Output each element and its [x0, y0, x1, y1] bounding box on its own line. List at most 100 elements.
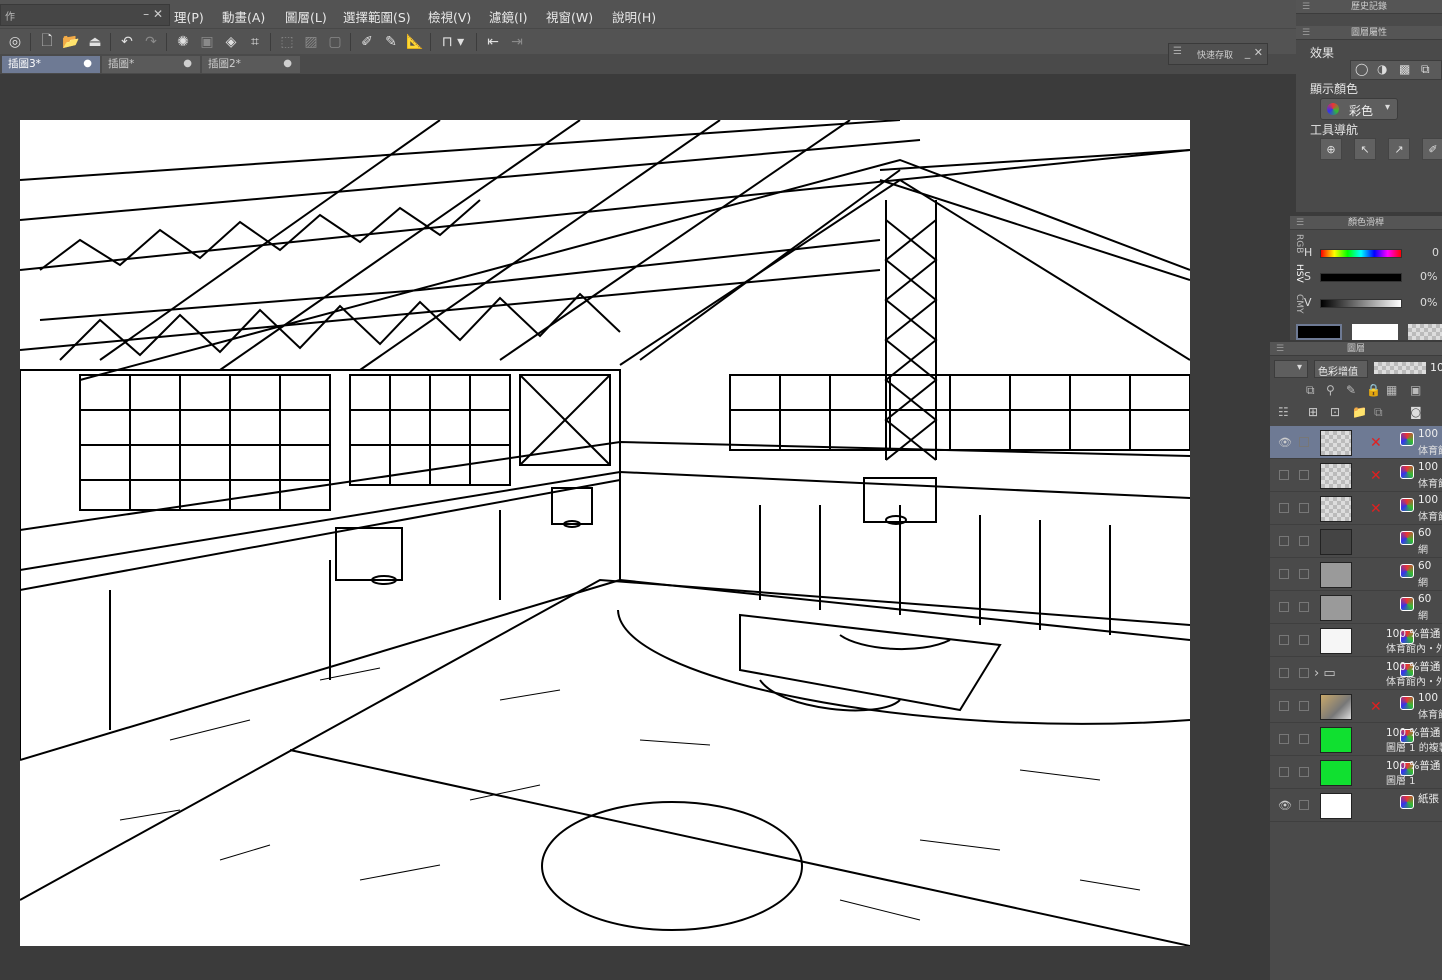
close-icon[interactable]: _ ✕: [1245, 46, 1263, 59]
layer-row[interactable]: › ▭ 100 %普通体育館內・外 v1.8 R2: [1270, 657, 1442, 690]
lock-icon[interactable]: 🔒: [1366, 383, 1381, 397]
layer-lock-toggle[interactable]: [1299, 437, 1309, 447]
loading-icon[interactable]: ✺: [172, 31, 194, 53]
layer-row[interactable]: ✕ 100 体育館: [1270, 459, 1442, 492]
mask-disabled-icon[interactable]: ✕: [1370, 699, 1382, 715]
correct-line-icon[interactable]: ↗: [1388, 138, 1410, 160]
mask-disabled-icon[interactable]: ✕: [1370, 435, 1382, 451]
layer-type-select[interactable]: ▾: [1274, 360, 1308, 378]
reference-icon[interactable]: ⚲: [1326, 383, 1335, 397]
eye-icon[interactable]: [1279, 569, 1289, 579]
save-icon[interactable]: ⏏: [84, 31, 106, 53]
layer-row[interactable]: 100 %普通 圖層 1: [1270, 756, 1442, 789]
layer-lock-toggle[interactable]: [1299, 668, 1309, 678]
invert-selection-icon[interactable]: ▨: [300, 31, 322, 53]
blend-mode-select[interactable]: 色彩增值: [1314, 360, 1368, 378]
tab-illustration-2[interactable]: 插圖2* ●: [202, 56, 300, 73]
tab-close-icon[interactable]: ●: [83, 56, 92, 72]
layer-panel-title[interactable]: ☰ 圖層: [1270, 342, 1442, 356]
mask-icon[interactable]: ▣: [1410, 383, 1421, 397]
import-icon[interactable]: ⇤: [482, 31, 504, 53]
layer-lock-toggle[interactable]: [1299, 536, 1309, 546]
clear-icon[interactable]: ▣: [196, 31, 218, 53]
eye-icon[interactable]: [1279, 602, 1289, 612]
layer-row[interactable]: 60 網: [1270, 591, 1442, 624]
layer-lock-toggle[interactable]: [1299, 767, 1309, 777]
layer-row[interactable]: 60 網: [1270, 525, 1442, 558]
tab-cmy[interactable]: CMY: [1294, 294, 1304, 314]
opacity-slider[interactable]: [1374, 362, 1426, 374]
eye-icon[interactable]: 👁: [1278, 436, 1292, 449]
move-layer-icon[interactable]: ↖: [1354, 138, 1376, 160]
undo-icon[interactable]: ↶: [116, 31, 138, 53]
new-folder-icon[interactable]: 📁: [1352, 405, 1367, 419]
redo-icon[interactable]: ↷: [140, 31, 162, 53]
layer-row[interactable]: ✕ 100 体育館: [1270, 492, 1442, 525]
tab-illustration-3[interactable]: 插圖3* ●: [2, 56, 100, 73]
hue-track[interactable]: [1320, 249, 1402, 258]
eye-icon[interactable]: [1279, 470, 1289, 480]
eye-icon[interactable]: [1279, 503, 1289, 513]
value-track[interactable]: [1320, 299, 1402, 308]
copy-layer-icon[interactable]: ⧉: [1374, 405, 1383, 420]
tab-rgb[interactable]: RGB: [1294, 234, 1304, 253]
brush-tool-icon[interactable]: ✎: [380, 31, 402, 53]
pen-icon[interactable]: ✐: [1422, 138, 1442, 160]
pen-tool-icon[interactable]: ✐: [356, 31, 378, 53]
eye-icon[interactable]: [1279, 668, 1289, 678]
transform-icon[interactable]: ⌗: [244, 31, 266, 53]
layer-lock-toggle[interactable]: [1299, 635, 1309, 645]
open-folder-icon[interactable]: 📂: [60, 31, 82, 53]
color-slider-title[interactable]: ☰ 顏色滑桿: [1290, 216, 1442, 230]
app-logo-icon[interactable]: ◎: [4, 31, 26, 53]
extract-line-icon[interactable]: ◑: [1377, 62, 1387, 76]
panel-menu-icon[interactable]: ☰: [1296, 216, 1304, 230]
tab-hsv[interactable]: HSV: [1294, 264, 1304, 283]
menu-item-help[interactable]: 說明(H): [612, 7, 656, 26]
new-raster-layer-icon[interactable]: ⊞: [1308, 405, 1318, 419]
display-color-select[interactable]: 彩色 ▾: [1320, 98, 1398, 120]
panel-menu-icon[interactable]: ☰: [1302, 0, 1310, 14]
menu-item-layer[interactable]: 圖層(L): [285, 7, 327, 26]
crop-icon[interactable]: ▢: [324, 31, 346, 53]
layer-row[interactable]: 👁 紙張: [1270, 789, 1442, 822]
layer-lock-toggle[interactable]: [1299, 503, 1309, 513]
layer-lock-toggle[interactable]: [1299, 800, 1309, 810]
symmetry-ruler-icon[interactable]: ⊓ ▾: [436, 31, 470, 53]
select-layer-icon[interactable]: ⊕: [1320, 138, 1342, 160]
tab-close-icon[interactable]: ●: [183, 56, 192, 72]
new-vector-layer-icon[interactable]: ⊡: [1330, 405, 1340, 419]
menu-item-view[interactable]: 檢視(V): [428, 7, 471, 26]
history-panel-title[interactable]: ☰ 歷史記錄: [1296, 0, 1442, 14]
eye-icon[interactable]: 👁: [1278, 799, 1292, 812]
drawing-canvas[interactable]: [20, 120, 1190, 946]
main-color-swatch[interactable]: [1296, 324, 1342, 340]
draft-icon[interactable]: ✎: [1346, 383, 1356, 397]
fill-icon[interactable]: ◈: [220, 31, 242, 53]
eye-icon[interactable]: [1279, 635, 1289, 645]
layer-lock-toggle[interactable]: [1299, 470, 1309, 480]
layer-row[interactable]: 60 網: [1270, 558, 1442, 591]
menu-item-filter[interactable]: 濾鏡(I): [489, 7, 527, 26]
menu-item-animation[interactable]: 動畫(A): [222, 7, 265, 26]
layer-lock-toggle[interactable]: [1299, 602, 1309, 612]
layer-row[interactable]: ✕ 100 体育館: [1270, 690, 1442, 723]
border-effect-icon[interactable]: ◯: [1355, 62, 1368, 76]
sub-color-swatch[interactable]: [1352, 324, 1398, 340]
hue-slider[interactable]: H 0: [1304, 246, 1439, 260]
layer-list-icon[interactable]: ☷: [1278, 405, 1289, 419]
layer-lock-toggle[interactable]: [1299, 734, 1309, 744]
layer-row[interactable]: 100 %普通 体育館內・外: [1270, 624, 1442, 657]
tone-icon[interactable]: ▩: [1399, 62, 1410, 76]
eye-icon[interactable]: [1279, 536, 1289, 546]
eye-icon[interactable]: [1279, 701, 1289, 711]
layer-props-panel-title[interactable]: ☰ 圖層屬性: [1296, 26, 1442, 40]
eye-icon[interactable]: [1279, 734, 1289, 744]
layer-color-icon[interactable]: ⧉: [1421, 62, 1430, 77]
export-icon[interactable]: ⇥: [506, 31, 528, 53]
tab-illustration[interactable]: 插圖* ●: [102, 56, 200, 73]
saturation-slider[interactable]: S 0%: [1304, 270, 1437, 284]
panel-menu-icon[interactable]: ☰: [1302, 26, 1310, 40]
menu-item-process[interactable]: 理(P): [174, 7, 204, 26]
panel-menu-icon[interactable]: ☰: [1276, 342, 1284, 356]
